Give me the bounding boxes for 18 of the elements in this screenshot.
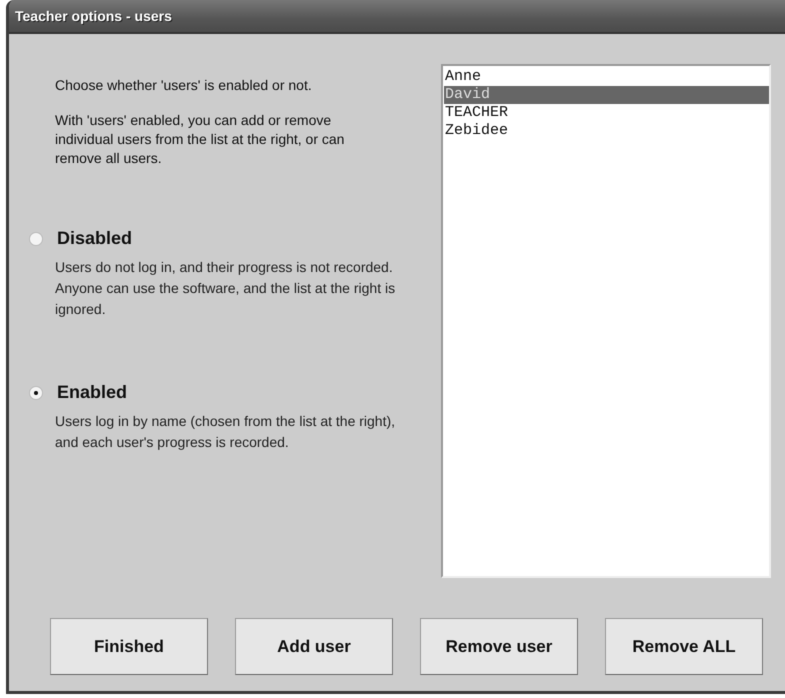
instruction-text: Choose whether 'users' is enabled or not. <box>55 76 313 95</box>
option-description: Users log in by name (chosen from the list at the right), and each user's progress is recorded. <box>55 412 396 452</box>
user-list[interactable]: Anne David TEACHER Zebidee <box>441 64 771 578</box>
user-list-item[interactable]: David <box>444 86 769 104</box>
option-description: Users do not log in, and their progress is not recorded. Anyone can use the software, and the list at the right is ignored. <box>55 258 396 319</box>
window-title: Teacher options - users <box>15 8 172 24</box>
action-button[interactable]: Finished <box>50 618 208 675</box>
user-list-item[interactable]: TEACHER <box>444 104 769 122</box>
instruction-text: With 'users' enabled, you can add or remove individual users from the list at the right, or can remove all users. <box>55 111 346 168</box>
action-button[interactable]: Remove ALL <box>605 618 763 675</box>
action-button[interactable]: Remove user <box>420 618 578 675</box>
option-label[interactable]: Disabled <box>57 228 132 249</box>
user-list-item[interactable]: Anne <box>444 68 769 86</box>
user-list-item[interactable]: Zebidee <box>444 122 769 140</box>
radio-button[interactable] <box>29 386 43 400</box>
option-label[interactable]: Enabled <box>57 382 128 403</box>
radio-button[interactable] <box>29 232 43 246</box>
action-button[interactable]: Add user <box>235 618 393 675</box>
